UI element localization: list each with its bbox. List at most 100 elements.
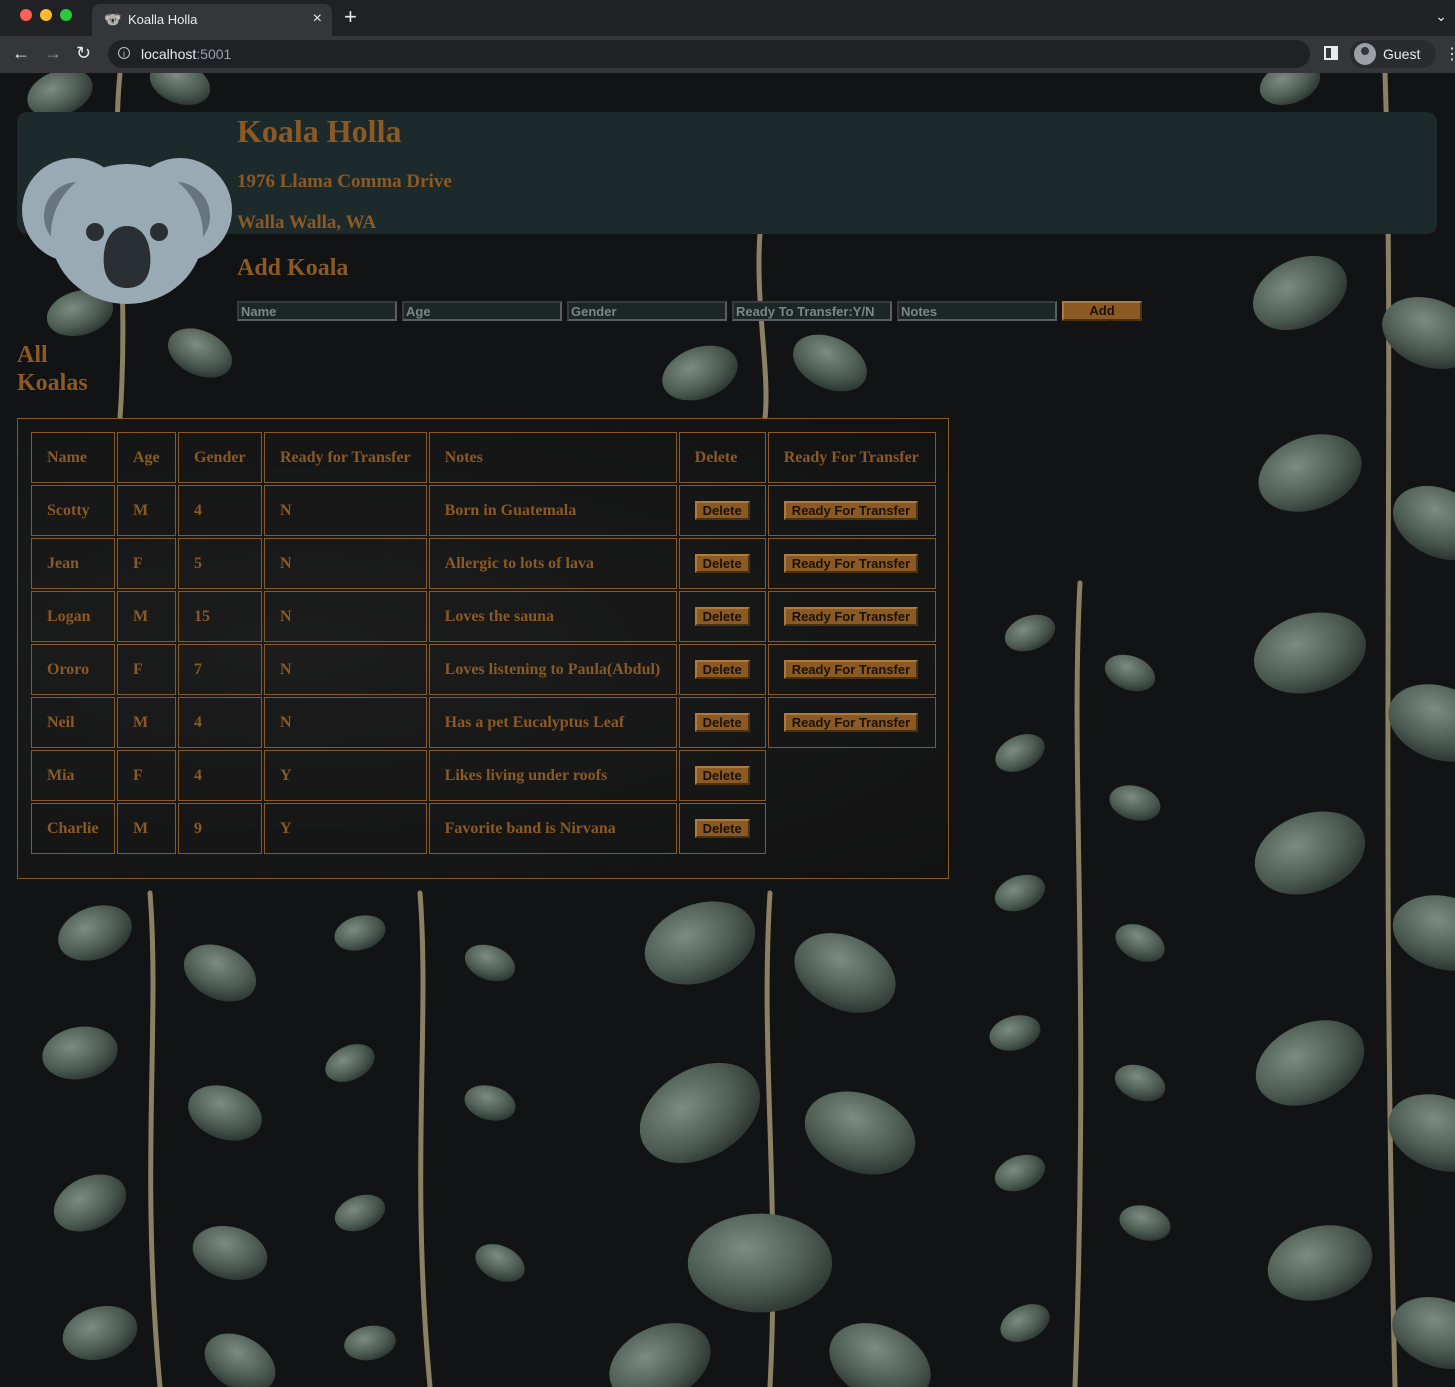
maximize-window-button[interactable]: [60, 9, 72, 21]
table-row: Neil M 4 N Has a pet Eucalyptus Leaf Delete Re…: [31, 697, 936, 748]
koala-name-cell: Neil: [31, 697, 115, 748]
koala-gender-cell: 4: [178, 750, 262, 801]
delete-cell: Delete: [678, 538, 766, 589]
ready-for-transfer-button[interactable]: Ready For Transfer: [783, 713, 919, 732]
address-bar[interactable]: i localhost:5001: [108, 40, 1310, 68]
koala-gender-cell: 7: [178, 644, 262, 695]
koala-age-cell: M: [117, 697, 176, 748]
column-header: Ready For Transfer: [767, 432, 936, 483]
delete-button[interactable]: Delete: [694, 766, 750, 785]
koala-favicon-icon: 🐨: [104, 11, 122, 27]
close-tab-icon[interactable]: ×: [313, 10, 322, 28]
delete-button[interactable]: Delete: [694, 713, 750, 732]
ready-to-transfer-input[interactable]: [732, 301, 892, 321]
table-header-row: Name Age Gender Ready for Transfer Notes…: [31, 432, 936, 483]
side-panel-icon[interactable]: [1324, 46, 1338, 60]
koala-ready-cell: Y: [264, 750, 427, 801]
table-row: Jean F 5 N Allergic to lots of lava Delete Rea…: [31, 538, 936, 589]
url-port: :5001: [196, 46, 232, 62]
column-header: Name: [31, 432, 115, 483]
ready-for-transfer-button[interactable]: Ready For Transfer: [783, 501, 919, 520]
column-header: Notes: [428, 432, 677, 483]
koala-notes-cell: Allergic to lots of lava: [428, 538, 677, 589]
browser-tab[interactable]: 🐨 Koalla Holla ×: [92, 4, 332, 36]
delete-button[interactable]: Delete: [694, 607, 750, 626]
table-row: Scotty M 4 N Born in Guatemala Delete Ready Fo…: [31, 485, 936, 536]
tab-title: Koalla Holla: [128, 12, 198, 27]
gender-input[interactable]: [567, 301, 727, 321]
browser-toolbar: ← → ↻ i localhost:5001 Guest ⋮: [0, 36, 1455, 73]
minimize-window-button[interactable]: [40, 9, 52, 21]
koala-notes-cell: Loves the sauna: [428, 591, 677, 642]
profile-label: Guest: [1383, 46, 1421, 62]
koala-ready-cell: N: [264, 644, 427, 695]
koala-age-cell: M: [117, 803, 176, 854]
koala-age-cell: F: [117, 538, 176, 589]
koala-table-container: Name Age Gender Ready for Transfer Notes…: [17, 418, 949, 879]
transfer-cell: Ready For Transfer: [767, 697, 936, 748]
table-row: Mia F 4 Y Likes living under roofs Delete: [31, 750, 936, 801]
ready-for-transfer-button[interactable]: Ready For Transfer: [783, 554, 919, 573]
site-info-icon[interactable]: i: [118, 47, 130, 59]
table-body: Scotty M 4 N Born in Guatemala Delete Ready Fo…: [31, 485, 936, 854]
koala-ready-cell: N: [264, 538, 427, 589]
delete-cell: Delete: [678, 591, 766, 642]
avatar-icon: [1354, 43, 1376, 65]
koala-name-cell: Logan: [31, 591, 115, 642]
delete-cell: Delete: [678, 644, 766, 695]
reload-icon[interactable]: ↻: [76, 43, 91, 63]
koala-ready-cell: Y: [264, 803, 427, 854]
empty-transfer-cell: [768, 750, 936, 801]
koala-notes-cell: Likes living under roofs: [428, 750, 677, 801]
koala-name-cell: Ororo: [31, 644, 115, 695]
tab-strip: 🐨 Koalla Holla × + ⌄: [0, 0, 1455, 36]
ready-for-transfer-button[interactable]: Ready For Transfer: [783, 607, 919, 626]
koala-ready-cell: N: [264, 485, 427, 536]
page-title: Koala Holla: [237, 113, 402, 149]
menu-kebab-icon[interactable]: ⋮: [1444, 44, 1455, 64]
delete-cell: Delete: [678, 803, 766, 854]
column-header: Ready for Transfer: [264, 432, 427, 483]
address-line-2: Walla Walla, WA: [237, 212, 377, 233]
delete-button[interactable]: Delete: [694, 554, 750, 573]
koala-gender-cell: 4: [178, 485, 262, 536]
koala-table: Name Age Gender Ready for Transfer Notes…: [29, 430, 938, 856]
delete-button[interactable]: Delete: [694, 819, 750, 838]
profile-button[interactable]: Guest: [1350, 40, 1436, 68]
table-row: Logan M 15 N Loves the sauna Delete Ready For …: [31, 591, 936, 642]
koala-name-cell: Charlie: [31, 803, 115, 854]
empty-transfer-cell: [768, 803, 936, 854]
add-koala-heading: Add Koala: [237, 255, 349, 281]
table-row: Ororo F 7 N Loves listening to Paula(Abdul) D…: [31, 644, 936, 695]
forward-arrow-icon[interactable]: →: [44, 43, 62, 63]
close-window-button[interactable]: [20, 9, 32, 21]
tab-search-icon[interactable]: ⌄: [1435, 8, 1447, 25]
delete-button[interactable]: Delete: [694, 660, 750, 679]
koala-age-cell: M: [117, 485, 176, 536]
add-koala-button[interactable]: Add Koala: [1062, 301, 1142, 333]
page-body: Koala Holla 1976 Llama Comma Drive Walla…: [0, 73, 1455, 1387]
delete-button[interactable]: Delete: [694, 501, 750, 520]
koala-age-cell: F: [117, 750, 176, 801]
column-header: Age: [117, 432, 176, 483]
koala-age-cell: M: [117, 591, 176, 642]
koala-gender-cell: 4: [178, 697, 262, 748]
address-line-1: 1976 Llama Comma Drive: [237, 171, 452, 192]
koala-ready-cell: N: [264, 697, 427, 748]
transfer-cell: Ready For Transfer: [767, 591, 936, 642]
table-row: Charlie M 9 Y Favorite band is Nirvana Delete: [31, 803, 936, 854]
ready-for-transfer-button[interactable]: Ready For Transfer: [783, 660, 919, 679]
url-host: localhost: [141, 46, 197, 62]
name-input[interactable]: [237, 301, 397, 321]
koala-name-cell: Jean: [31, 538, 115, 589]
koala-notes-cell: Favorite band is Nirvana: [428, 803, 677, 854]
new-tab-button[interactable]: +: [344, 6, 357, 28]
column-header: Gender: [178, 432, 262, 483]
back-arrow-icon[interactable]: ←: [12, 43, 30, 63]
delete-cell: Delete: [678, 750, 766, 801]
koala-gender-cell: 15: [178, 591, 262, 642]
koala-age-cell: F: [117, 644, 176, 695]
age-input[interactable]: [402, 301, 562, 321]
column-header: Delete: [678, 432, 766, 483]
notes-input[interactable]: [897, 301, 1057, 321]
